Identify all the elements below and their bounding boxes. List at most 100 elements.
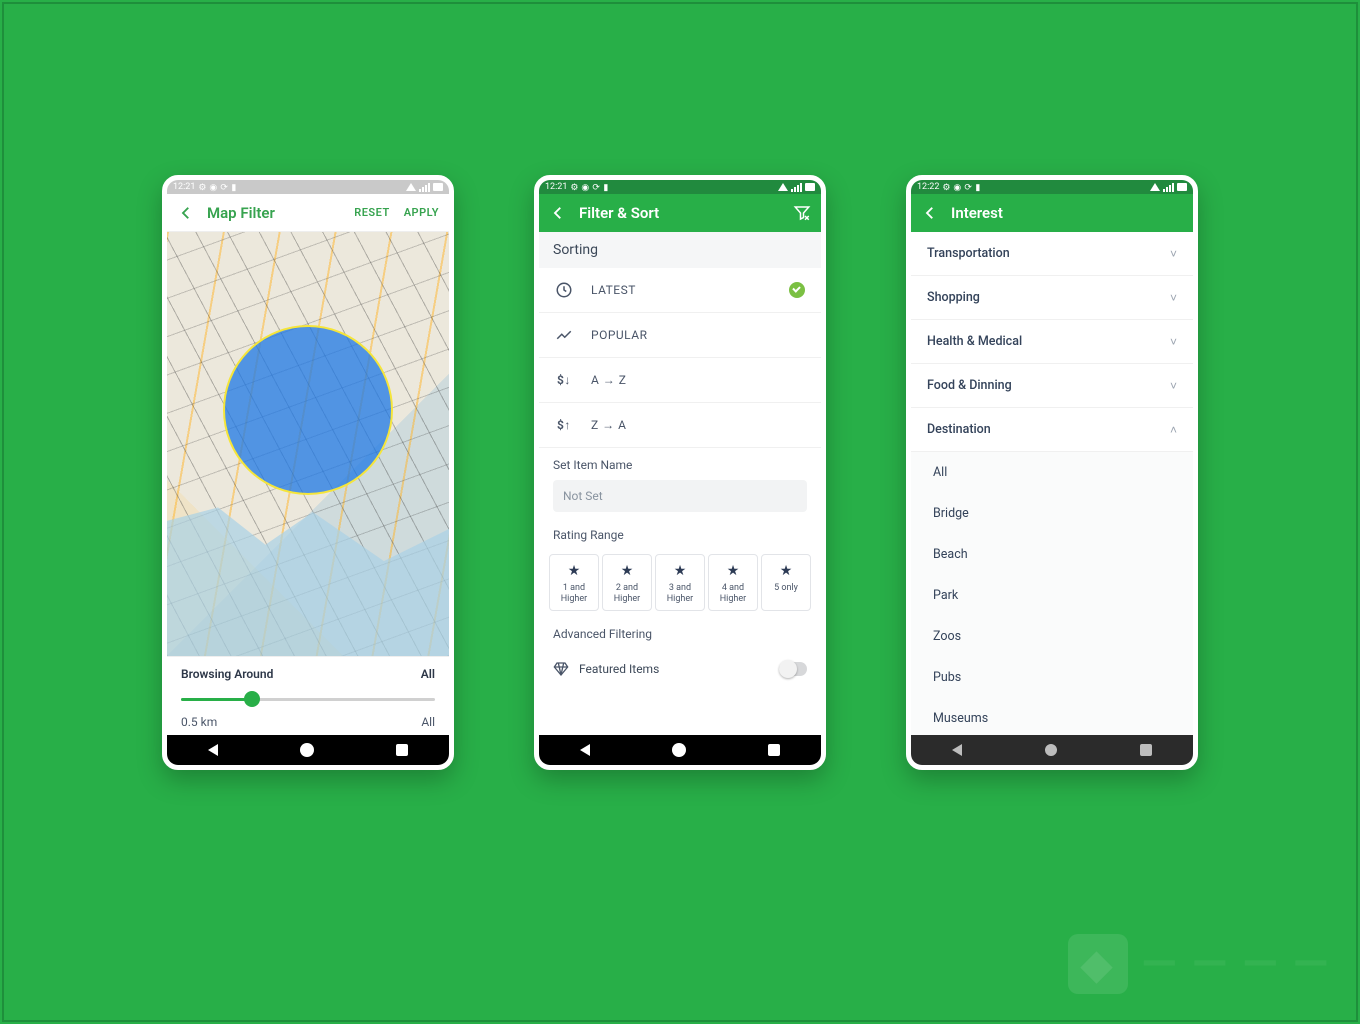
signal-icon — [1163, 183, 1174, 192]
status-time: 12:21 — [545, 182, 567, 192]
category-row[interactable]: Transportation ˅ — [911, 232, 1193, 276]
chevron-down-icon: ˅ — [1170, 247, 1177, 261]
nav-back-icon[interactable] — [952, 744, 962, 756]
sort-label: POPULAR — [591, 328, 647, 342]
item-name-input[interactable]: Not Set — [553, 480, 807, 512]
battery-icon — [1177, 183, 1187, 191]
sync-icon: ⟳ — [592, 183, 600, 191]
category-label: Health & Medical — [927, 334, 1022, 349]
subcategory-item[interactable]: Pubs — [911, 657, 1193, 698]
android-navbar — [911, 735, 1193, 765]
nav-recent-icon[interactable] — [1140, 744, 1152, 756]
rating-option-2[interactable]: ★ 2 and Higher — [602, 554, 652, 611]
rating-label: 5 only — [774, 583, 798, 594]
status-time: 12:22 — [917, 182, 939, 192]
battery-icon — [805, 183, 815, 191]
wifi-icon — [406, 183, 416, 191]
sort-desc-icon: $↑ — [555, 416, 573, 434]
sort-label: LATEST — [591, 283, 636, 297]
category-row[interactable]: Health & Medical˅ — [911, 320, 1193, 364]
category-label: Shopping — [927, 290, 980, 305]
rating-label: 4 and Higher — [711, 583, 755, 605]
sort-option-az[interactable]: $↓ A → Z — [539, 358, 821, 403]
distance-value: 0.5 km — [181, 715, 217, 729]
nav-back-icon[interactable] — [580, 744, 590, 756]
subcategory-item[interactable]: Bridge — [911, 493, 1193, 534]
back-button[interactable] — [549, 204, 567, 222]
featured-items-row: Featured Items — [539, 651, 821, 687]
subcategory-item[interactable]: Museums — [911, 698, 1193, 735]
map-view[interactable] — [167, 232, 449, 656]
star-icon: ★ — [621, 563, 634, 580]
signal-icon — [419, 183, 430, 192]
clock-icon — [555, 281, 573, 299]
subcategory-list: AllBridgeBeachParkZoosPubsMuseums — [911, 452, 1193, 735]
category-row[interactable]: Destination ˄ — [911, 408, 1193, 452]
rating-option-3[interactable]: ★ 3 and Higher — [655, 554, 705, 611]
android-navbar — [167, 735, 449, 765]
subcategory-item[interactable]: All — [911, 452, 1193, 493]
browse-all-bottom[interactable]: All — [421, 715, 435, 729]
subcategory-item[interactable]: Park — [911, 575, 1193, 616]
category-label: Destination — [927, 422, 991, 437]
nav-back-icon[interactable] — [208, 744, 218, 756]
nav-home-icon[interactable] — [300, 743, 314, 757]
rating-option-1[interactable]: ★ 1 and Higher — [549, 554, 599, 611]
filter-clear-icon — [793, 204, 811, 222]
phone-filter-sort: 12:21 ⚙ ◉ ⟳ ▮ Filter & Sort S — [534, 175, 826, 770]
note-icon: ▮ — [231, 183, 239, 191]
category-label: Food & Dinning — [927, 378, 1012, 393]
clear-filter-button[interactable] — [793, 204, 811, 222]
advanced-filtering-label: Advanced Filtering — [553, 627, 807, 641]
wifi-icon — [778, 183, 788, 191]
rating-option-5[interactable]: ★ 5 only — [761, 554, 811, 611]
chevron-down-icon: ˅ — [1170, 379, 1177, 393]
sorting-header: Sorting — [539, 232, 821, 268]
sync-icon: ⟳ — [964, 183, 972, 191]
sort-label: A → Z — [591, 373, 626, 387]
toggle-knob — [779, 660, 797, 678]
map-radius-circle[interactable] — [223, 325, 393, 495]
browse-all-top[interactable]: All — [421, 667, 435, 681]
status-bar: 12:21 ⚙ ◉ ⟳ ▮ — [539, 180, 821, 194]
distance-slider[interactable] — [181, 691, 435, 707]
rating-range-label: Rating Range — [553, 528, 807, 542]
rating-option-4[interactable]: ★ 4 and Higher — [708, 554, 758, 611]
sort-option-popular[interactable]: POPULAR — [539, 313, 821, 358]
wifi-icon — [1150, 183, 1160, 191]
app-bar: Map Filter RESET APPLY — [167, 194, 449, 232]
browse-label: Browsing Around — [181, 667, 273, 681]
nav-home-icon[interactable] — [672, 743, 686, 757]
slider-thumb[interactable] — [244, 691, 260, 707]
selected-check-icon — [789, 282, 805, 298]
note-icon: ▮ — [975, 183, 983, 191]
sort-option-za[interactable]: $↑ Z → A — [539, 403, 821, 448]
arrow-left-icon — [549, 204, 567, 222]
phone-interest: 12:22 ⚙ ◉ ⟳ ▮ Interest Transportation˅Sh… — [906, 175, 1198, 770]
back-button[interactable] — [177, 204, 195, 222]
item-name-label: Set Item Name — [553, 458, 807, 472]
sort-option-latest[interactable]: LATEST — [539, 268, 821, 313]
status-bar: 12:21 ⚙ ◉ ⟳ ▮ — [167, 180, 449, 194]
category-row[interactable]: Food & Dinning ˅ — [911, 364, 1193, 408]
featured-toggle[interactable] — [779, 662, 807, 676]
subcategory-item[interactable]: Zoos — [911, 616, 1193, 657]
sort-asc-icon: $↓ — [555, 371, 573, 389]
android-navbar — [539, 735, 821, 765]
nav-recent-icon[interactable] — [396, 744, 408, 756]
back-button[interactable] — [921, 204, 939, 222]
subcategory-item[interactable]: Beach — [911, 534, 1193, 575]
category-list: Transportation˅Shopping˅Health & Medical… — [911, 232, 1193, 735]
category-label: Transportation — [927, 246, 1010, 261]
star-icon: ★ — [568, 563, 581, 580]
chevron-up-icon: ˄ — [1170, 423, 1177, 437]
note-icon: ▮ — [603, 183, 611, 191]
reset-button[interactable]: RESET — [354, 206, 389, 219]
category-row[interactable]: Shopping˅ — [911, 276, 1193, 320]
apply-button[interactable]: APPLY — [404, 206, 439, 219]
star-icon: ★ — [727, 563, 740, 580]
slider-fill — [181, 698, 252, 701]
page-title: Interest — [951, 204, 1183, 222]
nav-recent-icon[interactable] — [768, 744, 780, 756]
nav-home-icon[interactable] — [1045, 744, 1057, 756]
